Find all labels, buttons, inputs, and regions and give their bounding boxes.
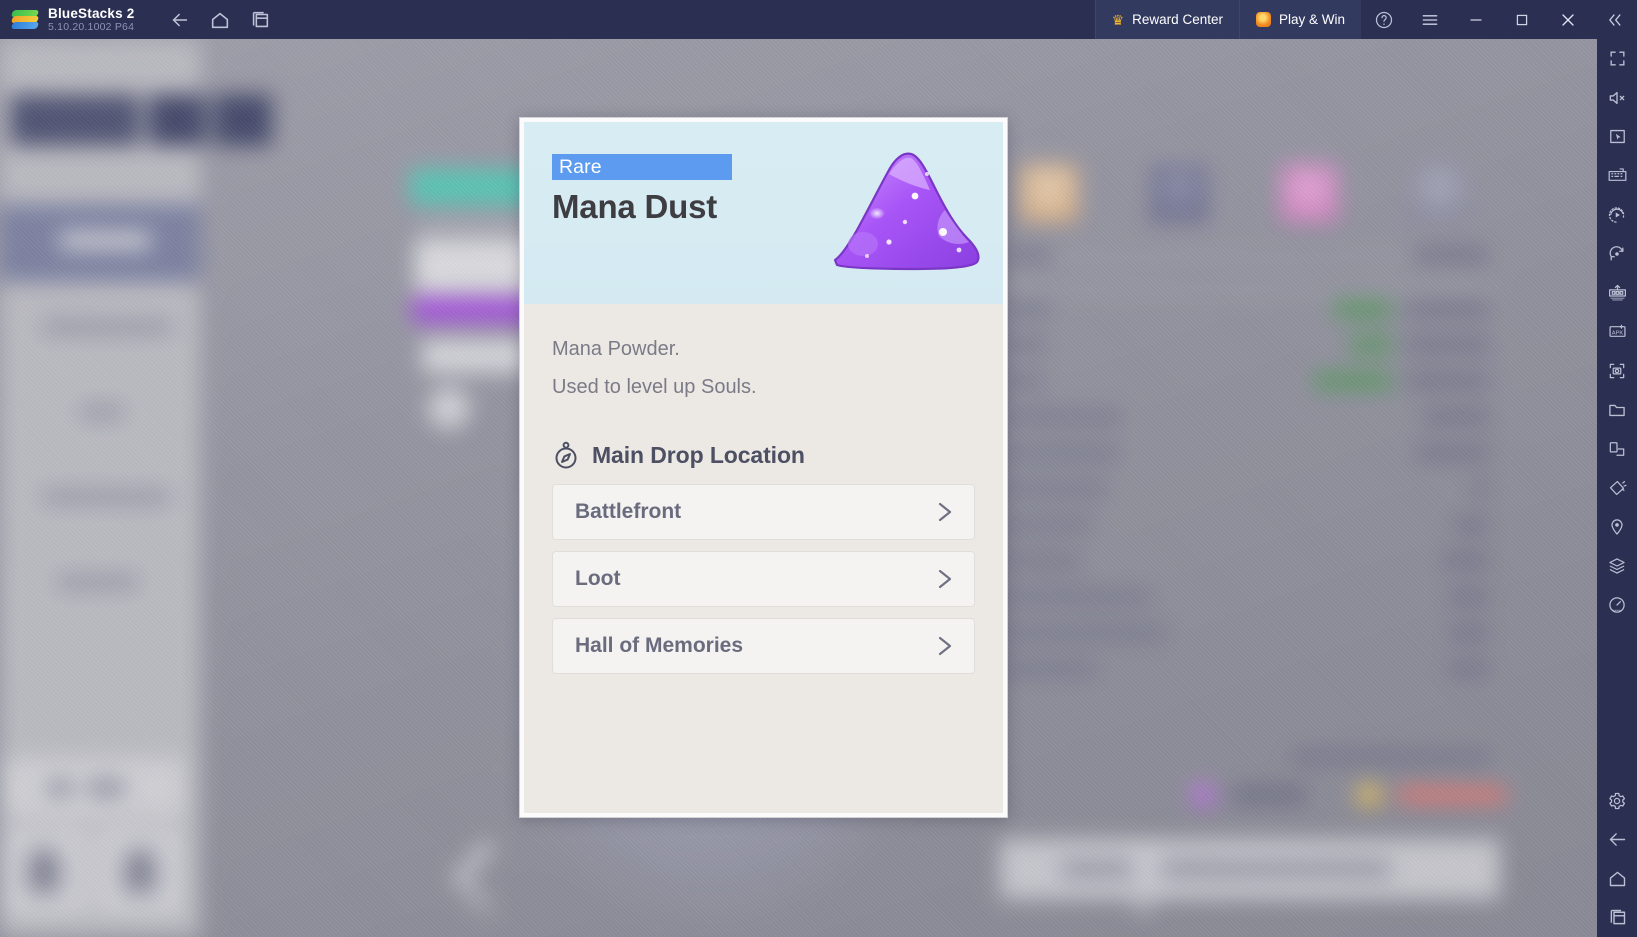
app-version: 5.10.20.1002 P64 (48, 20, 135, 33)
performance-button[interactable] (1597, 585, 1637, 624)
hex-badge-icon (1255, 12, 1271, 27)
app-identity: BlueStacks 2 5.10.20.1002 P64 (48, 6, 134, 34)
back-button[interactable] (160, 0, 200, 39)
media-manager-button[interactable] (1597, 390, 1637, 429)
play-and-win-label: Play & Win (1278, 12, 1345, 27)
android-home-button[interactable] (1597, 859, 1637, 898)
screenshot-button[interactable] (1597, 351, 1637, 390)
help-button[interactable] (1361, 0, 1407, 39)
compass-icon (552, 440, 580, 470)
drop-location-list: Battlefront Loot Hall of Memories (552, 484, 975, 674)
crown-icon: ♛ (1111, 11, 1125, 28)
drop-location-label: Battlefront (575, 500, 682, 523)
install-apk-button[interactable]: APK (1597, 312, 1637, 351)
drop-location-label: Loot (575, 567, 621, 590)
mute-button[interactable] (1597, 78, 1637, 117)
svg-text:APK: APK (1611, 330, 1623, 336)
multi-instance-button[interactable] (240, 0, 280, 39)
bluestacks-sidebar: APK (1597, 39, 1637, 937)
drop-location-label: Hall of Memories (575, 634, 744, 657)
mana-crystal-icon (827, 144, 987, 274)
keymapping-button[interactable] (1597, 156, 1637, 195)
chevron-right-icon (932, 497, 958, 527)
game-controls-button[interactable] (1597, 117, 1637, 156)
app-title: BlueStacks 2 (48, 5, 135, 21)
drop-location-battlefront[interactable]: Battlefront (552, 484, 975, 540)
macro-recorder-button[interactable] (1597, 195, 1637, 234)
reward-center-label: Reward Center (1132, 12, 1223, 27)
drop-location-section-header: Main Drop Location (552, 440, 975, 470)
bluestacks-logo-icon (10, 9, 40, 31)
drop-location-hall-of-memories[interactable]: Hall of Memories (552, 618, 975, 674)
settings-button[interactable] (1597, 781, 1637, 820)
item-card-header: Rare Mana Dust (524, 122, 1003, 304)
operation-recorder-button[interactable] (1597, 234, 1637, 273)
item-description-line-1: Mana Powder. (552, 338, 680, 360)
item-description-line-2: Used to level up Souls. (552, 376, 757, 398)
drop-location-title: Main Drop Location (592, 441, 805, 468)
android-back-button[interactable] (1597, 820, 1637, 859)
menu-button[interactable] (1407, 0, 1453, 39)
location-button[interactable] (1597, 507, 1637, 546)
title-bar: BlueStacks 2 5.10.20.1002 P64 ♛ Reward C… (0, 0, 1637, 39)
fullscreen-button[interactable] (1597, 39, 1637, 78)
rotate-screen-button[interactable] (1597, 429, 1637, 468)
collapse-sidebar-button[interactable] (1591, 0, 1637, 39)
shake-button[interactable] (1597, 468, 1637, 507)
reward-center-button[interactable]: ♛ Reward Center (1094, 0, 1239, 39)
multi-instance-sync-button[interactable] (1597, 273, 1637, 312)
minimize-button[interactable] (1453, 0, 1499, 39)
layers-button[interactable] (1597, 546, 1637, 585)
rarity-badge: Rare (552, 154, 732, 180)
item-detail-card: Rare Mana Dust Mana Powder. Used to leve… (519, 117, 1008, 818)
maximize-button[interactable] (1499, 0, 1545, 39)
bluestacks-window: BlueStacks 2 5.10.20.1002 P64 ♛ Reward C… (0, 0, 1637, 937)
play-and-win-button[interactable]: Play & Win (1238, 0, 1361, 39)
chevron-right-icon (932, 564, 958, 594)
item-card-body: Mana Powder. Used to level up Souls. Mai… (524, 304, 1003, 813)
close-button[interactable] (1545, 0, 1591, 39)
chevron-right-icon (932, 631, 958, 661)
home-button[interactable] (200, 0, 240, 39)
android-recents-button[interactable] (1597, 898, 1637, 937)
drop-location-loot[interactable]: Loot (552, 551, 975, 607)
